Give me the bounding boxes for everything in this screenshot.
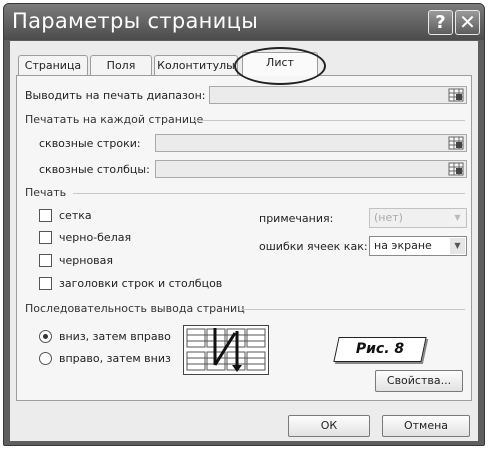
group-divider — [241, 309, 465, 310]
print-area-label: Выводить на печать диапазон: — [25, 89, 206, 102]
dialog-title: Параметры страницы — [12, 9, 259, 33]
comments-select[interactable]: (нет) ▼ — [369, 208, 467, 228]
draft-quality-label: черновая — [59, 254, 114, 267]
range-collapse-icon[interactable] — [448, 136, 464, 150]
cell-errors-select[interactable]: на экране ▼ — [369, 236, 467, 256]
black-white-checkbox[interactable] — [39, 231, 52, 244]
print-group-title: Печать — [25, 186, 67, 199]
help-button[interactable]: ? — [428, 10, 453, 35]
tab-header-footer[interactable]: Колонтитулы — [154, 55, 238, 75]
page-setup-dialog: Параметры страницы ? ✕ Страница Поля Кол… — [3, 3, 485, 446]
print-area-field[interactable] — [209, 86, 467, 104]
options-button[interactable]: Свойства... — [375, 370, 463, 392]
cols-to-repeat-label: сквозные столбцы: — [39, 163, 150, 176]
figure-caption-text: Рис. 8 — [355, 341, 405, 357]
dialog-client-area: Страница Поля Колонтитулы Лист Выводить … — [10, 41, 478, 441]
tab-page[interactable]: Страница — [18, 55, 88, 75]
tab-panel-sheet: Выводить на печать диапазон: Печатать на… — [16, 75, 472, 401]
ok-button[interactable]: ОК — [288, 415, 370, 437]
gridlines-label: сетка — [59, 209, 92, 222]
down-then-over-label: вниз, затем вправо — [59, 330, 171, 343]
rows-to-repeat-label: сквозные строки: — [39, 137, 141, 150]
over-then-down-radio[interactable] — [39, 352, 52, 365]
page-order-preview-icon — [183, 325, 269, 375]
close-button[interactable]: ✕ — [455, 10, 480, 35]
row-col-headings-checkbox[interactable] — [39, 277, 52, 290]
cols-to-repeat-field[interactable] — [155, 160, 467, 178]
group-divider — [73, 193, 465, 194]
print-titles-group-title: Печатать на каждой странице — [25, 113, 204, 126]
chevron-down-icon: ▼ — [450, 238, 465, 254]
draft-quality-checkbox[interactable] — [39, 254, 52, 267]
page-order-group-title: Последовательность вывода страниц — [25, 302, 245, 315]
cell-errors-value: на экране — [374, 239, 432, 252]
title-bar: Параметры страницы ? ✕ — [4, 4, 484, 40]
tab-highlight-ellipse — [234, 47, 326, 85]
row-col-headings-label: заголовки строк и столбцов — [59, 277, 223, 290]
black-white-label: черно-белая — [59, 231, 132, 244]
comments-label: примечания: — [259, 212, 334, 225]
chevron-down-icon: ▼ — [450, 210, 465, 226]
rows-to-repeat-field[interactable] — [155, 134, 467, 152]
range-collapse-icon[interactable] — [448, 162, 464, 176]
tab-margins[interactable]: Поля — [90, 55, 152, 75]
range-collapse-icon[interactable] — [448, 88, 464, 102]
cell-errors-label: ошибки ячеек как: — [259, 240, 368, 253]
over-then-down-label: вправо, затем вниз — [59, 352, 171, 365]
comments-value: (нет) — [374, 211, 403, 224]
figure-caption-label: Рис. 8 — [333, 337, 427, 362]
group-divider — [193, 120, 465, 121]
down-then-over-radio[interactable] — [39, 330, 52, 343]
cancel-button[interactable]: Отмена — [382, 415, 470, 437]
gridlines-checkbox[interactable] — [39, 209, 52, 222]
